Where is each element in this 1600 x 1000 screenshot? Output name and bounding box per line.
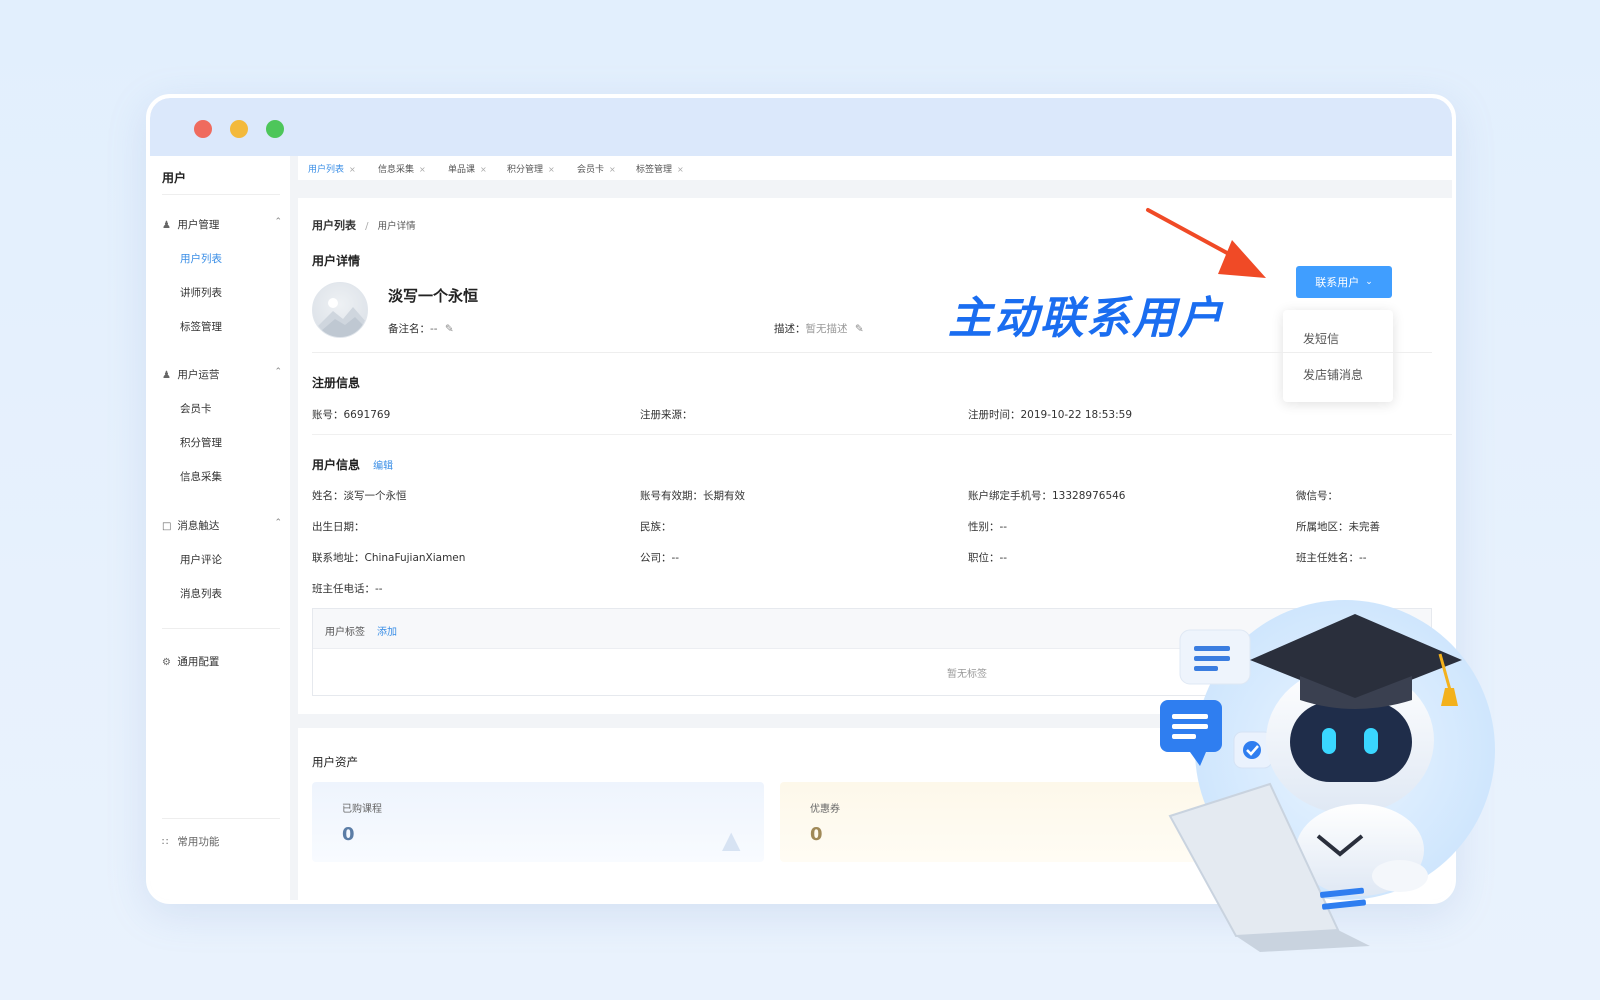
chevron-down-icon: ⌄: [1365, 277, 1373, 287]
remark-field: 备注名：-- ✎: [388, 323, 454, 335]
sidebar-item-points[interactable]: 积分管理: [180, 435, 222, 450]
chevron-up-icon: ⌃: [274, 367, 282, 377]
close-window-button[interactable]: [194, 120, 212, 138]
grid-icon: ∷: [162, 837, 169, 848]
edit-icon[interactable]: ✎: [855, 323, 864, 335]
sidebar-item-user-list[interactable]: 用户列表: [180, 251, 222, 266]
registration-title: 注册信息: [312, 376, 361, 390]
tab-bar: 用户列表 × 信息采集 × 单品课 × 积分管理 × 会员卡 × 标签管理 ×: [298, 156, 1452, 180]
detail-section-title: 用户详情: [312, 254, 361, 268]
add-tag-link[interactable]: 添加: [377, 623, 397, 638]
tab-tag-management[interactable]: 标签管理 ×: [636, 162, 684, 175]
close-icon[interactable]: ×: [349, 165, 356, 174]
description-field: 描述：暂无描述 ✎: [774, 323, 864, 335]
sidebar-item-message-list[interactable]: 消息列表: [180, 586, 222, 601]
info-position: 职位：--: [968, 552, 1008, 564]
window-titlebar: [150, 98, 1452, 156]
chevron-up-icon: ⌃: [274, 518, 282, 528]
sidebar-item-comments[interactable]: 用户评论: [180, 552, 222, 567]
close-icon[interactable]: ×: [677, 165, 684, 174]
tab-points[interactable]: 积分管理 ×: [507, 162, 555, 175]
user-icon: ♟: [162, 220, 171, 231]
account-field: 账号：6691769: [312, 409, 391, 421]
sidebar-group-user-management[interactable]: ♟ 用户管理 ⌃: [162, 217, 282, 232]
info-address: 联系地址：ChinaFujianXiamen: [312, 552, 466, 564]
no-tags-text: 暂无标签: [947, 669, 987, 680]
graduation-cap-icon: ▲: [722, 826, 741, 854]
close-icon[interactable]: ×: [480, 165, 487, 174]
sidebar-divider: [162, 194, 280, 195]
sidebar-item-tag-management[interactable]: 标签管理: [180, 319, 222, 334]
info-name: 姓名：淡写一个永恒: [312, 490, 407, 502]
info-birthday: 出生日期：: [312, 521, 365, 533]
callout-text: 主动联系用户: [948, 293, 1224, 344]
registration-time-field: 注册时间：2019-10-22 18:53:59: [968, 409, 1133, 421]
info-phone: 账户绑定手机号：13328976546: [968, 490, 1126, 502]
sidebar-item-lecturer-list[interactable]: 讲师列表: [180, 285, 222, 300]
sidebar-group-messaging[interactable]: □ 消息触达 ⌃: [162, 518, 282, 533]
minimize-window-button[interactable]: [230, 120, 248, 138]
contact-user-button[interactable]: 联系用户 ⌄: [1296, 266, 1392, 298]
gear-icon: ⚙: [162, 657, 171, 668]
sidebar-divider: [162, 628, 280, 629]
breadcrumb-current: 用户详情: [377, 221, 416, 232]
send-shop-message-option[interactable]: 发店铺消息: [1303, 366, 1363, 383]
sidebar-item-info-collection[interactable]: 信息采集: [180, 469, 222, 484]
close-icon[interactable]: ×: [609, 165, 616, 174]
info-region: 所属地区：未完善: [1296, 521, 1380, 533]
tab-member-card[interactable]: 会员卡 ×: [577, 162, 616, 175]
avatar-placeholder-icon: [317, 298, 367, 337]
sidebar-item-general-config[interactable]: ⚙ 通用配置: [162, 654, 282, 669]
sidebar: 用户 ♟ 用户管理 ⌃ 用户列表 讲师列表 标签管理 ♟ 用户运营 ⌃ 会员卡 …: [150, 156, 290, 900]
registration-source-field: 注册来源：: [640, 409, 693, 421]
sidebar-group-user-operations[interactable]: ♟ 用户运营 ⌃: [162, 367, 282, 382]
close-icon[interactable]: ×: [548, 165, 555, 174]
info-teacher-phone: 班主任电话：--: [312, 583, 383, 595]
sidebar-divider: [162, 818, 280, 819]
breadcrumb-parent[interactable]: 用户列表: [312, 219, 356, 232]
username: 淡写一个永恒: [388, 287, 479, 305]
info-company: 公司：--: [640, 552, 680, 564]
edit-user-info-link[interactable]: 编辑: [373, 461, 393, 472]
info-validity: 账号有效期：长期有效: [640, 490, 745, 502]
avatar: [312, 282, 368, 338]
users-icon: ♟: [162, 370, 171, 381]
coupons-count: 0: [810, 824, 823, 845]
divider: [312, 352, 1432, 353]
message-icon: □: [162, 521, 172, 532]
info-gender: 性别：--: [968, 521, 1008, 533]
edit-icon[interactable]: ✎: [445, 323, 454, 335]
purchased-courses-card[interactable]: 已购课程 0 ▲: [312, 782, 764, 862]
contact-dropdown-menu: 发短信 发店铺消息: [1283, 310, 1393, 402]
sidebar-title: 用户: [162, 171, 187, 185]
tab-user-list[interactable]: 用户列表 ×: [308, 162, 356, 175]
sidebar-item-member-card[interactable]: 会员卡: [180, 401, 212, 416]
maximize-window-button[interactable]: [266, 120, 284, 138]
assets-title: 用户资产: [312, 755, 358, 769]
info-teacher-name: 班主任姓名：--: [1296, 552, 1367, 564]
sidebar-item-common-functions[interactable]: ∷ 常用功能: [162, 834, 282, 849]
robot-mascot-illustration: [1160, 600, 1495, 952]
send-sms-option[interactable]: 发短信: [1303, 330, 1339, 347]
user-info-header: 用户信息 编辑: [312, 458, 394, 472]
info-ethnicity: 民族：: [640, 521, 672, 533]
breadcrumb: 用户列表 / 用户详情: [312, 219, 416, 232]
tab-info-collection[interactable]: 信息采集 ×: [378, 162, 426, 175]
purchased-courses-count: 0: [342, 824, 355, 845]
arrow-icon: [1146, 208, 1266, 278]
chevron-up-icon: ⌃: [274, 217, 282, 227]
close-icon[interactable]: ×: [419, 165, 426, 174]
info-wechat: 微信号：: [1296, 490, 1338, 502]
divider: [312, 434, 1452, 435]
tab-single-course[interactable]: 单品课 ×: [448, 162, 487, 175]
